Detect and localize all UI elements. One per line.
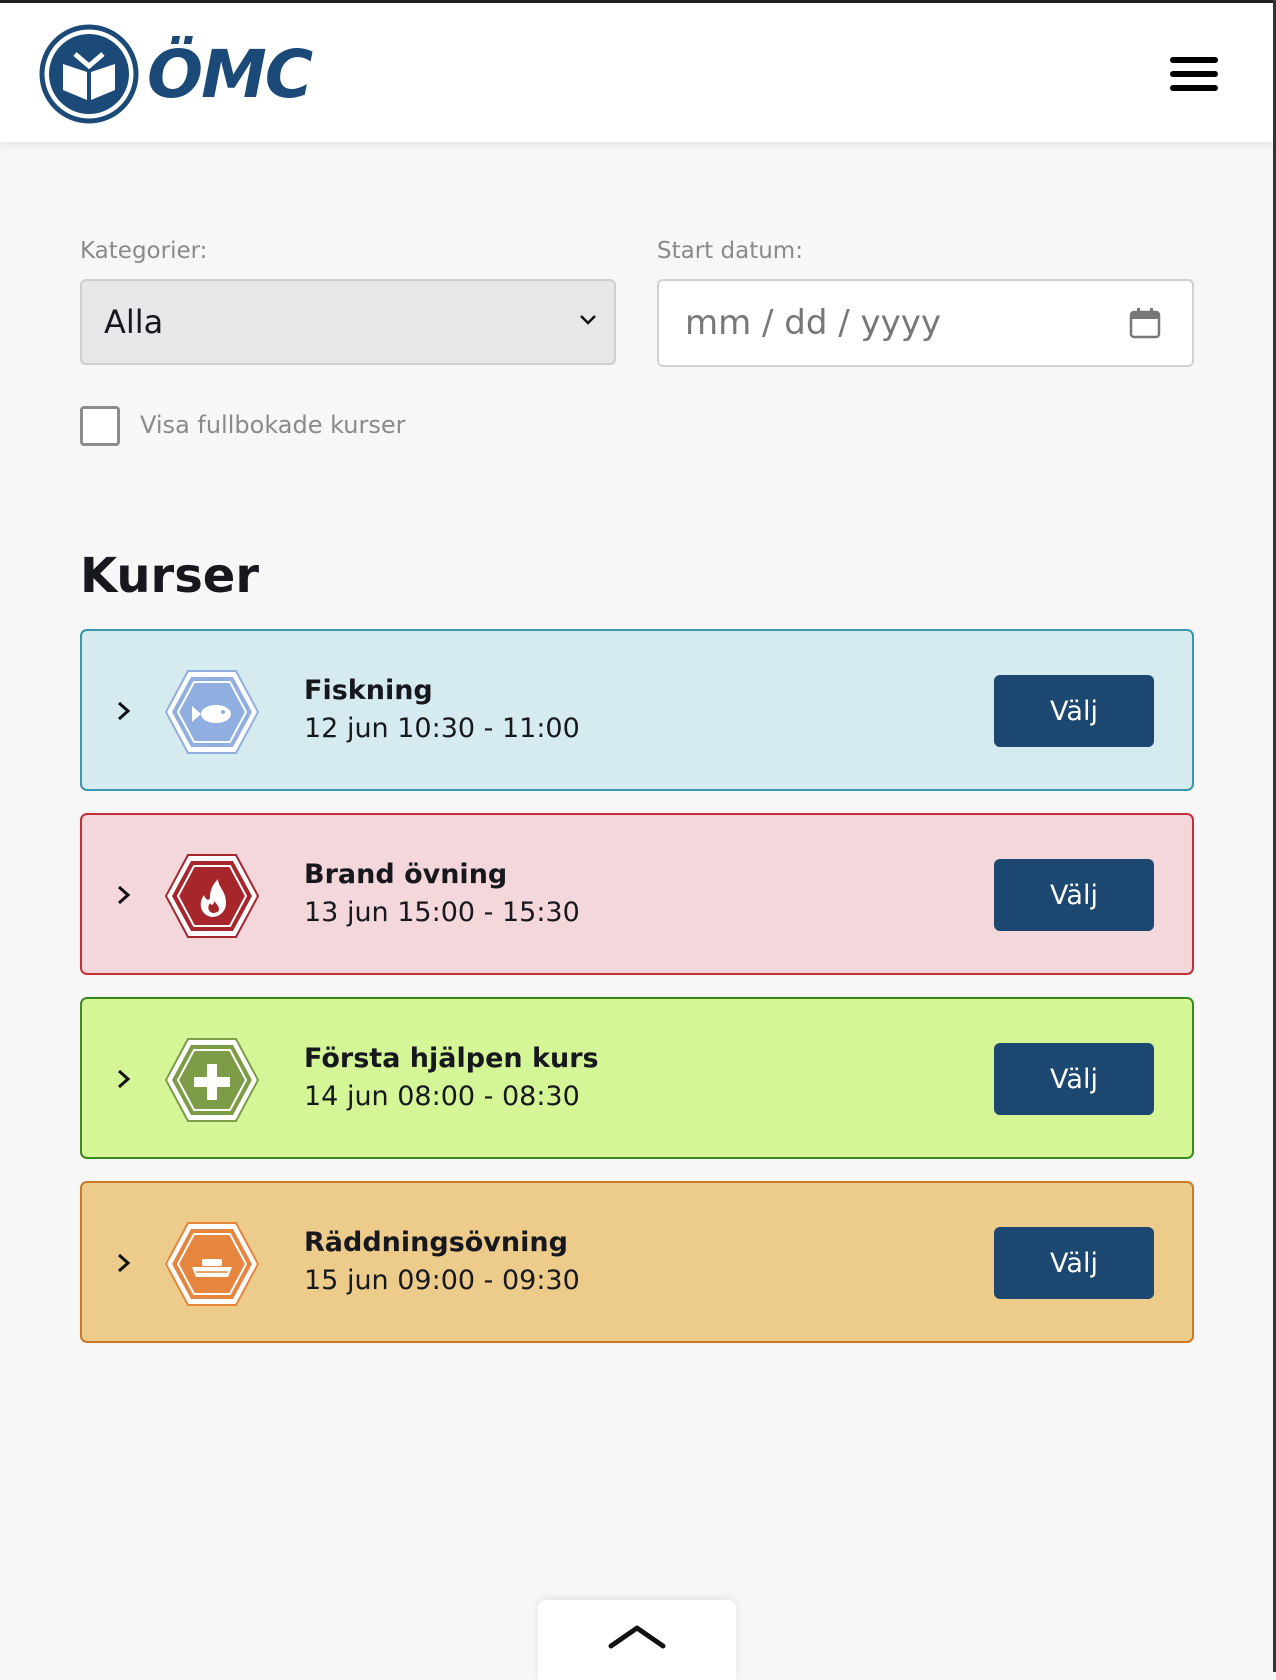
course-title: Fiskning bbox=[304, 675, 433, 706]
course-title: Första hjälpen kurs bbox=[304, 1043, 599, 1074]
course-card[interactable]: Räddningsövning 15 jun 09:00 - 09:30 Välj bbox=[80, 1181, 1194, 1343]
course-title: Brand övning bbox=[304, 859, 508, 890]
course-card[interactable]: Brand övning 13 jun 15:00 - 15:30 Välj bbox=[80, 813, 1194, 975]
course-time: 15 jun 09:00 - 09:30 bbox=[304, 1265, 580, 1296]
course-time: 12 jun 10:30 - 11:00 bbox=[304, 713, 580, 744]
category-label: Kategorier: bbox=[80, 238, 208, 264]
calendar-icon[interactable] bbox=[1128, 306, 1162, 340]
start-date-label: Start datum: bbox=[657, 238, 803, 264]
chevron-up-icon bbox=[608, 1625, 666, 1649]
chevron-right-icon[interactable] bbox=[116, 1066, 132, 1092]
course-time: 14 jun 08:00 - 08:30 bbox=[304, 1081, 580, 1112]
plus-icon bbox=[164, 1038, 260, 1122]
logo[interactable]: ÖMC bbox=[39, 24, 313, 124]
fullbooked-checkbox[interactable] bbox=[80, 406, 120, 446]
chevron-right-icon[interactable] bbox=[116, 1250, 132, 1276]
chevron-right-icon[interactable] bbox=[116, 698, 132, 724]
menu-icon[interactable] bbox=[1170, 57, 1218, 95]
chevron-down-icon bbox=[580, 315, 596, 325]
courses-title: Kurser bbox=[80, 548, 259, 604]
select-course-button[interactable]: Välj bbox=[994, 675, 1154, 747]
category-select[interactable]: Alla bbox=[80, 279, 616, 365]
date-placeholder: mm / dd / yyyy bbox=[685, 303, 942, 343]
fish-icon bbox=[164, 670, 260, 754]
course-time: 13 jun 15:00 - 15:30 bbox=[304, 897, 580, 928]
scroll-to-top-button[interactable] bbox=[538, 1600, 736, 1680]
site-header: ÖMC bbox=[0, 3, 1276, 142]
category-value: Alla bbox=[104, 303, 164, 341]
book-logo-icon bbox=[39, 24, 139, 124]
logo-text: ÖMC bbox=[147, 35, 313, 113]
course-title: Räddningsövning bbox=[304, 1227, 568, 1258]
course-card[interactable]: Första hjälpen kurs 14 jun 08:00 - 08:30 V… bbox=[80, 997, 1194, 1159]
select-course-button[interactable]: Välj bbox=[994, 1043, 1154, 1115]
boat-icon bbox=[164, 1222, 260, 1306]
fullbooked-label: Visa fullbokade kurser bbox=[140, 411, 406, 439]
select-course-button[interactable]: Välj bbox=[994, 859, 1154, 931]
flame-icon bbox=[164, 854, 260, 938]
select-course-button[interactable]: Välj bbox=[994, 1227, 1154, 1299]
start-date-input[interactable]: mm / dd / yyyy bbox=[657, 279, 1194, 367]
course-card[interactable]: Fiskning 12 jun 10:30 - 11:00 Välj bbox=[80, 629, 1194, 791]
chevron-right-icon[interactable] bbox=[116, 882, 132, 908]
